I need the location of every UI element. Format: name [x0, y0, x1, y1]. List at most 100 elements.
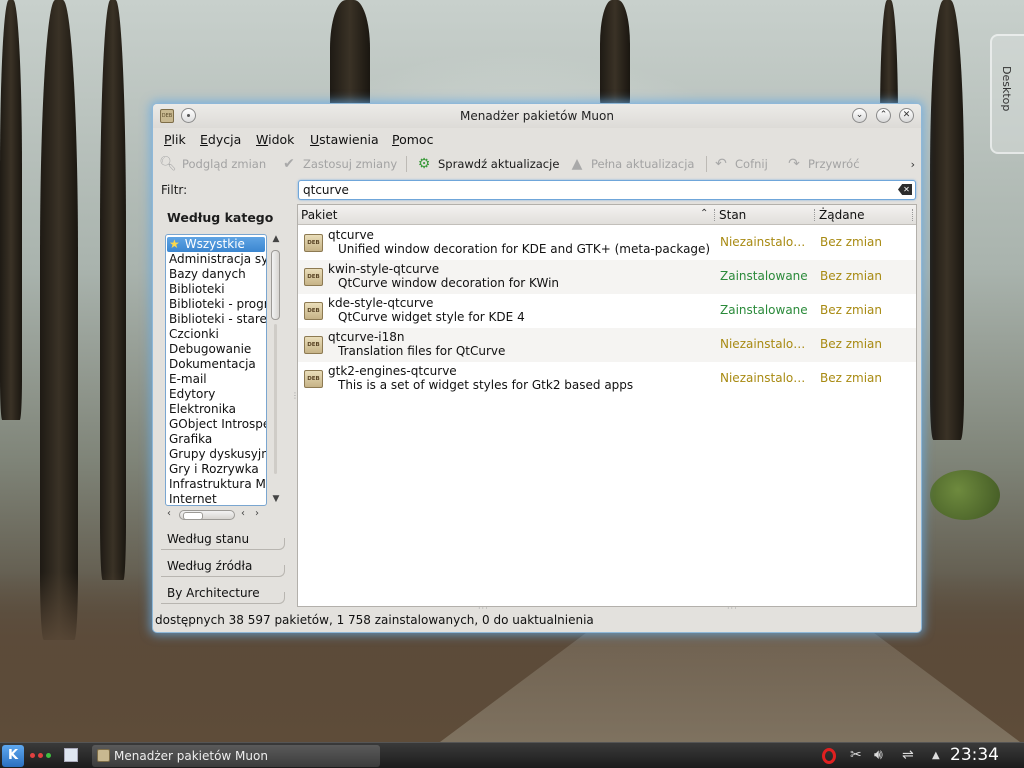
category-item[interactable]: Debugowanie — [166, 342, 266, 357]
full-upgrade-button[interactable]: ▲ Pełna aktualizacja — [568, 154, 695, 174]
category-item[interactable]: Bazy danych — [166, 267, 266, 282]
activity-manager-icon[interactable] — [30, 753, 51, 758]
scroll-right-icon[interactable]: › — [255, 508, 259, 519]
menu-widok[interactable]: Widok — [256, 132, 294, 147]
splitter-handle[interactable]: ⋮ — [291, 391, 300, 400]
toolbar: 🔍︎ Podgląd zmian ✔ Zastosuj zmiany ⚙ Spr… — [153, 150, 921, 178]
preview-changes-button[interactable]: 🔍︎ Podgląd zmian — [159, 154, 266, 174]
titlebar[interactable]: DEB Menadżer pakietów Muon ⌄ ⌃ ✕ — [153, 104, 921, 128]
menu-pomoc[interactable]: Pomoc — [392, 132, 433, 147]
table-row[interactable]: DEB kwin-style-qtcurve QtCurve window deco… — [298, 260, 916, 294]
menu-ustawienia[interactable]: Ustawienia — [310, 132, 379, 147]
application-launcher-button[interactable]: K — [2, 745, 24, 767]
scroll-left-icon[interactable]: ‹ — [241, 508, 245, 519]
redo-label: Przywróć — [808, 157, 860, 171]
category-item[interactable]: ★ Wszystkie — [167, 237, 265, 252]
scroll-up-icon[interactable]: ▲ — [270, 234, 282, 244]
desktop-toolbox[interactable]: Desktop — [990, 34, 1024, 154]
category-item[interactable]: Biblioteki - programistyczne — [166, 297, 266, 312]
category-item[interactable]: Internet — [166, 492, 266, 505]
window-title: Menadżer pakietów Muon — [460, 109, 614, 123]
category-item-label: Administracja systemu — [169, 252, 266, 266]
category-item[interactable]: Biblioteki - stare — [166, 312, 266, 327]
column-separator[interactable] — [714, 209, 715, 221]
category-item-label: Gry i Rozrywka — [169, 462, 259, 476]
category-item[interactable]: Administracja systemu — [166, 252, 266, 267]
category-item[interactable]: Grupy dyskusyjne — [166, 447, 266, 462]
table-row[interactable]: DEB gtk2-engines-qtcurve This is a set of … — [298, 362, 916, 396]
category-item-label: Elektronika — [169, 402, 236, 416]
column-header-state[interactable]: Stan — [719, 208, 746, 222]
search-field[interactable]: ✕ — [298, 180, 916, 200]
minimize-button[interactable]: ⌄ — [852, 108, 867, 123]
undo-button[interactable]: ↶ Cofnij — [712, 154, 768, 174]
package-state: Zainstalowane — [720, 269, 808, 283]
volume-icon[interactable]: 🔊︎ — [874, 747, 883, 763]
package-state: Niezainstalowane — [720, 371, 814, 385]
column-separator[interactable] — [814, 209, 815, 221]
category-item-label: Dokumentacja — [169, 357, 256, 371]
clear-search-icon[interactable]: ✕ — [898, 184, 912, 195]
taskbar-task-muon[interactable]: Menadżer pakietów Muon — [92, 745, 380, 767]
menu-edycja[interactable]: Edycja — [200, 132, 241, 147]
category-item[interactable]: Edytory — [166, 387, 266, 402]
package-name: qtcurve — [328, 228, 374, 242]
category-horizontal-scrollbar[interactable]: ‹ ‹ › — [167, 508, 269, 522]
table-row[interactable]: DEB qtcurve Unified window decoration for … — [298, 226, 916, 260]
category-item[interactable]: GObject Introspection — [166, 417, 266, 432]
deb-package-icon: DEB — [304, 302, 323, 320]
splitter-handle[interactable]: ··· — [727, 604, 738, 613]
clock[interactable]: 23:34 — [950, 745, 999, 765]
splitter-handle[interactable]: ··· — [478, 604, 489, 613]
show-desktop-icon[interactable] — [64, 748, 78, 762]
category-item-label: Wszystkie — [184, 237, 245, 251]
category-item[interactable]: Dokumentacja — [166, 357, 266, 372]
section-divider — [161, 565, 285, 577]
category-item[interactable]: Gry i Rozrywka — [166, 462, 266, 477]
muon-window: DEB Menadżer pakietów Muon ⌄ ⌃ ✕ Plik Ed… — [153, 104, 921, 632]
scroll-down-icon[interactable]: ▼ — [270, 494, 282, 504]
desktop-tab-label: Desktop — [1000, 66, 1013, 112]
category-list[interactable]: ★ WszystkieAdministracja systemuBazy dany… — [165, 234, 267, 506]
table-header: Pakiet ⌃ Stan Żądane — [298, 205, 916, 225]
apply-changes-button[interactable]: ✔ Zastosuj zmiany — [280, 154, 397, 174]
category-item[interactable]: Infrastruktura Mono — [166, 477, 266, 492]
category-item[interactable]: Grafika — [166, 432, 266, 447]
maximize-button[interactable]: ⌃ — [876, 108, 891, 123]
check-updates-button[interactable]: ⚙ Sprawdź aktualizacje — [415, 154, 560, 174]
star-icon: ★ — [169, 237, 180, 251]
category-item[interactable]: Elektronika — [166, 402, 266, 417]
category-item-label: GObject Introspection — [169, 417, 266, 431]
category-vertical-scrollbar[interactable]: ▲ ▼ — [269, 234, 282, 506]
tray-expand-icon[interactable]: ▲ — [932, 750, 940, 761]
klipper-scissors-icon[interactable]: ✂ — [850, 747, 862, 763]
toolbar-overflow-button[interactable]: › — [911, 158, 915, 171]
scroll-track — [274, 324, 277, 474]
close-button[interactable]: ✕ — [899, 108, 914, 123]
redo-button[interactable]: ↷ Przywróć — [785, 154, 860, 174]
table-row[interactable]: DEB qtcurve-i18n Translation files for QtC… — [298, 328, 916, 362]
scroll-left-icon[interactable]: ‹ — [167, 508, 171, 519]
scroll-thumb[interactable] — [271, 250, 280, 320]
menu-plik[interactable]: Plik — [164, 132, 186, 147]
network-icon[interactable]: ⇌ — [902, 747, 914, 763]
table-row[interactable]: DEB kde-style-qtcurve QtCurve widget style… — [298, 294, 916, 328]
column-separator[interactable] — [912, 209, 913, 221]
column-header-requested[interactable]: Żądane — [819, 208, 865, 222]
package-state: Niezainstalowane — [720, 337, 814, 351]
column-header-package[interactable]: Pakiet — [301, 208, 337, 222]
category-item[interactable]: E-mail — [166, 372, 266, 387]
status-bar-text: dostępnych 38 597 pakietów, 1 758 zainst… — [155, 613, 594, 627]
category-section-header[interactable]: Według kategorii — [167, 210, 273, 225]
category-item[interactable]: Biblioteki — [166, 282, 266, 297]
undo-arrow-icon: ↶ — [715, 156, 727, 172]
deb-package-icon: DEB — [304, 336, 323, 354]
opera-tray-icon[interactable] — [822, 748, 836, 764]
search-input[interactable] — [303, 182, 893, 198]
category-item[interactable]: Czcionki — [166, 327, 266, 342]
magnifier-icon: 🔍︎ — [159, 156, 177, 172]
category-item-label: Edytory — [169, 387, 216, 401]
category-item-label: Biblioteki — [169, 282, 225, 296]
scroll-thumb[interactable] — [179, 510, 235, 520]
deb-package-icon: DEB — [304, 370, 323, 388]
